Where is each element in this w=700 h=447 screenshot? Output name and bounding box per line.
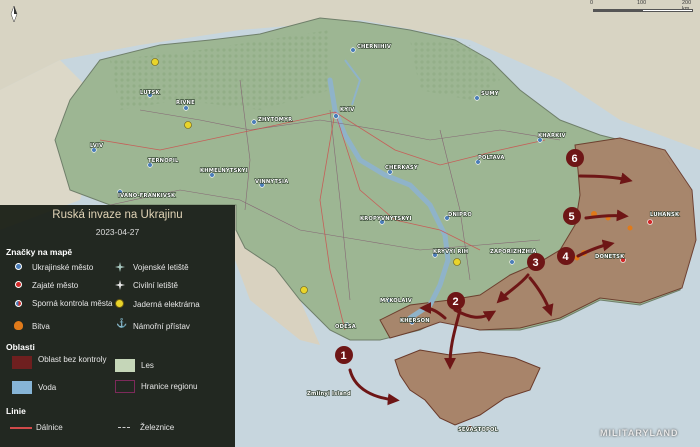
legend-uncontrolled-area: Oblast bez kontroly <box>38 355 107 364</box>
city-label-lviv: LVIV <box>90 143 103 149</box>
badge-4: 4 <box>563 251 570 263</box>
legend-water: Voda <box>38 383 57 392</box>
scale-bar: 0 100 200 km <box>590 0 696 18</box>
city-label-luhansk: LUHANSK <box>650 212 680 218</box>
legend-naval-port: Námořní přístav <box>133 322 190 331</box>
city-label-odesa: ODESA <box>335 324 356 330</box>
city-label-lutsk: LUTSK <box>140 90 160 96</box>
city-label-khmelnytskyi: KHMELNYTSKYI <box>200 168 248 174</box>
ukr-city-icon <box>15 263 22 270</box>
legend-railway: Železnice <box>140 423 175 432</box>
scale-label-0: 0 <box>590 0 594 6</box>
legend-title: Ruská invaze na Ukrajinu <box>52 209 183 221</box>
markers-heading: Značky na mapě <box>6 247 73 257</box>
legend-nuclear-plant: Jaderná elektrárna <box>133 300 200 309</box>
city-label-donetsk: DONETSK <box>595 254 625 260</box>
city-label-zaporizhzhia: ZAPORIZHZHIA <box>490 249 536 255</box>
city-label-sumy: SUMY <box>481 91 499 97</box>
scale-label-100: 100 <box>637 0 647 6</box>
badge-5: 5 <box>569 211 575 223</box>
uncontrolled-area-swatch <box>12 356 32 369</box>
areas-heading: Oblasti <box>6 342 35 352</box>
city-label-kryvyi-rih: KRYVYI RIH <box>433 249 468 255</box>
region-border-swatch <box>115 380 135 393</box>
city-label-kharkiv: KHARKIV <box>538 133 566 139</box>
legend-highway: Dálnice <box>36 423 63 432</box>
city-label-rivne: RIVNE <box>176 100 195 106</box>
railway-line-icon <box>118 427 130 429</box>
militaryland-logo: MILITARYLAND <box>600 428 679 438</box>
battle-icon <box>14 321 23 330</box>
city-label-kropyvnytskyi: KROPYVNYTSKYI <box>360 216 412 222</box>
badge-3: 3 <box>533 257 539 269</box>
city-label-ivano-frankivsk: IVANO-FRANKIVSK <box>118 193 176 199</box>
city-label-poltava: POLTAVA <box>478 155 505 161</box>
city-label-mykolaiv: MYKOLAIV <box>380 298 412 304</box>
forest-swatch <box>115 359 135 372</box>
legend-captured-city: Zajaté město <box>32 281 79 290</box>
scale-bar-graphic <box>593 9 693 12</box>
city-label-zmiinyi: Zmiinyi Island <box>307 391 351 397</box>
badge-6: 6 <box>572 153 578 165</box>
legend-forest: Les <box>141 361 154 370</box>
contested-city-icon <box>15 300 22 307</box>
military-airport-icon <box>115 262 125 272</box>
highway-line-icon <box>10 427 32 429</box>
legend-military-airport: Vojenské letiště <box>133 263 189 272</box>
badge-2: 2 <box>453 296 459 308</box>
legend-contested-city: Sporná kontrola města <box>32 299 113 308</box>
captured-city-icon <box>15 281 22 288</box>
legend-civil-airport: Civilní letiště <box>133 281 178 290</box>
naval-port-icon: ⚓ <box>116 318 128 328</box>
city-label-vinnytsia: VINNYTSIA <box>255 179 288 185</box>
legend-region-border: Hranice regionu <box>141 382 198 391</box>
city-label-kyiv: KYIV <box>340 107 355 113</box>
legend-date: 2023-04-27 <box>95 227 140 237</box>
civil-airport-icon <box>115 280 125 290</box>
legend-ukr-city: Ukrajinské město <box>32 263 94 272</box>
city-label-ternopil: TERNOPIL <box>148 158 179 164</box>
city-label-kherson: KHERSON <box>400 318 430 324</box>
city-label-cherkasy: CHERKASY <box>385 165 418 171</box>
water-swatch <box>12 381 32 394</box>
city-label-dnipro: DNIPRO <box>448 212 472 218</box>
nuclear-plant-icon <box>115 299 124 308</box>
city-label-chernihiv: CHERNIHIV <box>357 44 391 50</box>
city-label-sevastopol: SEVASTOPOL <box>458 427 499 433</box>
legend-battle: Bitva <box>32 322 50 331</box>
badge-1: 1 <box>341 350 347 362</box>
lines-heading: Linie <box>6 406 26 416</box>
legend-panel: Ruská invaze na Ukrajinu 2023-04-27 Znač… <box>0 205 235 447</box>
city-label-zhytomyr: ZHYTOMYR <box>258 117 292 123</box>
